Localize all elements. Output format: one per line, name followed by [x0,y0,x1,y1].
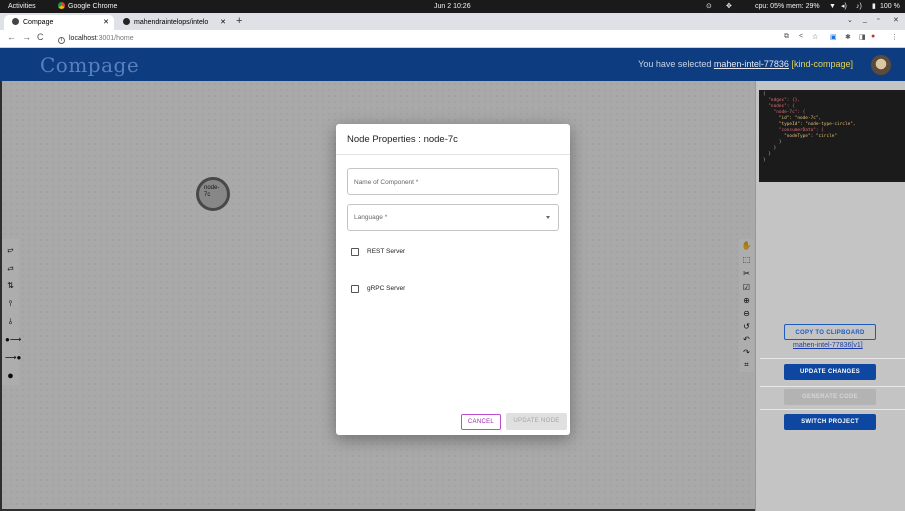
right-panel: { "edges": {}, "nodes": { "node-7c": { "… [755,81,905,511]
grpc-server-label: gRPC Server [367,285,406,292]
sync-icon: ⊙ [706,3,712,10]
battery-level: 100 % [880,3,900,10]
grpc-server-checkbox[interactable] [351,285,359,293]
json-code-view: { "edges": {}, "nodes": { "node-7c": { "… [759,90,905,182]
close-tab-icon[interactable]: ✕ [220,15,226,30]
address-bar: ← → C i localhost:3001/home ⧉ < ☆ ▣ ✱ ◨ ●… [0,30,905,48]
extensions-puzzle-icon[interactable]: ✱ [845,33,851,41]
github-icon [123,18,130,25]
panel-divider [760,386,905,387]
url-host: localhost [69,35,97,42]
activities-button[interactable]: Activities [8,0,36,13]
language-select-label: Language * [354,214,388,221]
tab-title: mahendraintelops/intelo [134,19,209,26]
url-path: :3001/home [96,35,134,42]
chrome-icon [58,2,65,9]
active-app-name: Google Chrome [68,3,118,10]
selected-project-info: You have selected mahen-intel-77836 [kin… [638,59,853,69]
component-name-field[interactable] [347,168,559,195]
maximize-icon[interactable]: ▫ [877,16,879,23]
update-node-button[interactable]: UPDATE NODE [506,413,567,430]
tab-title: Compage [23,19,54,26]
cancel-button[interactable]: CANCEL [461,414,501,430]
tab-search-icon[interactable]: ⌄ [847,16,853,24]
install-icon[interactable]: ⧉ [784,33,789,41]
dialog-divider [336,154,570,155]
node-properties-dialog: Node Properties : node-7c Language * RES… [336,124,570,435]
cluster-context: [kind-compage] [788,59,853,69]
close-tab-icon[interactable]: ✕ [103,15,109,30]
language-select[interactable]: Language * [347,204,559,231]
share-icon[interactable]: < [799,33,803,40]
update-changes-button[interactable]: UPDATE CHANGES [784,364,876,380]
bookmark-star-icon[interactable]: ☆ [812,33,818,41]
app-header: Compage You have selected mahen-intel-77… [0,48,905,81]
minimize-icon[interactable]: _ [863,16,867,23]
project-link[interactable]: mahen-intel-77836 [714,59,789,69]
panel-divider [760,409,905,410]
switch-project-button[interactable]: SWITCH PROJECT [784,414,876,430]
dialog-title: Node Properties : node-7c [347,134,458,145]
user-avatar[interactable] [871,55,891,75]
new-tab-button[interactable]: + [236,16,242,27]
tab-github[interactable]: mahendraintelops/intelo ✕ [115,15,231,30]
copy-to-clipboard-button[interactable]: COPY TO CLIPBOARD [784,324,876,340]
tab-compage[interactable]: Compage ✕ [4,15,114,30]
back-icon[interactable]: ← [7,32,16,42]
rest-server-checkbox[interactable] [351,248,359,256]
os-top-bar: Activities Google Chrome Jun 2 10:26 ⊙ ✥… [0,0,905,13]
menu-kebab-icon[interactable]: ⋮ [891,33,898,41]
compage-logo[interactable]: Compage [40,53,139,77]
reload-icon[interactable]: C [37,32,44,42]
volume-icon: ◂) [841,3,847,10]
wifi-icon: ▼ [829,3,836,10]
system-stats: cpu: 05% mem: 29% [755,3,820,10]
chevron-down-icon [546,216,550,219]
forward-icon[interactable]: → [22,32,31,42]
generate-code-button[interactable]: GENERATE CODE [784,389,876,405]
clock[interactable]: Jun 2 10:26 [434,0,471,13]
tray-icon: ✥ [726,3,732,10]
site-info-icon[interactable]: i [58,37,65,44]
profile-avatar-icon[interactable]: ● [871,33,875,40]
tab-strip: Compage ✕ mahendraintelops/intelo ✕ [0,13,905,30]
selected-prefix: You have selected [638,59,714,69]
close-window-icon[interactable]: ✕ [893,16,899,24]
url-field[interactable]: i localhost:3001/home [58,32,134,45]
compage-favicon [12,18,19,25]
code-line: } [763,158,766,163]
mic-icon: ♪) [856,3,862,10]
side-panel-icon[interactable]: ◨ [859,33,866,41]
rest-server-label: REST Server [367,248,406,255]
active-app-indicator[interactable]: Google Chrome [58,0,117,13]
battery-icon: ▮ [872,3,876,10]
panel-divider [760,358,905,359]
component-name-input[interactable] [354,176,549,188]
version-link[interactable]: mahen-intel-77836[v1] [793,342,863,349]
extension-icon[interactable]: ▣ [830,33,837,41]
